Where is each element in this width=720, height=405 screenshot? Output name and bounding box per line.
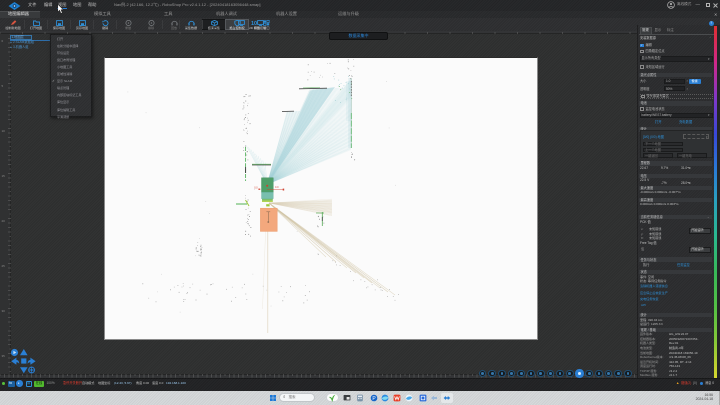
svg-text:10: 10 bbox=[251, 21, 257, 26]
svg-text:0.0: 0.0 bbox=[275, 186, 279, 189]
svg-text:0.0: 0.0 bbox=[254, 187, 258, 190]
